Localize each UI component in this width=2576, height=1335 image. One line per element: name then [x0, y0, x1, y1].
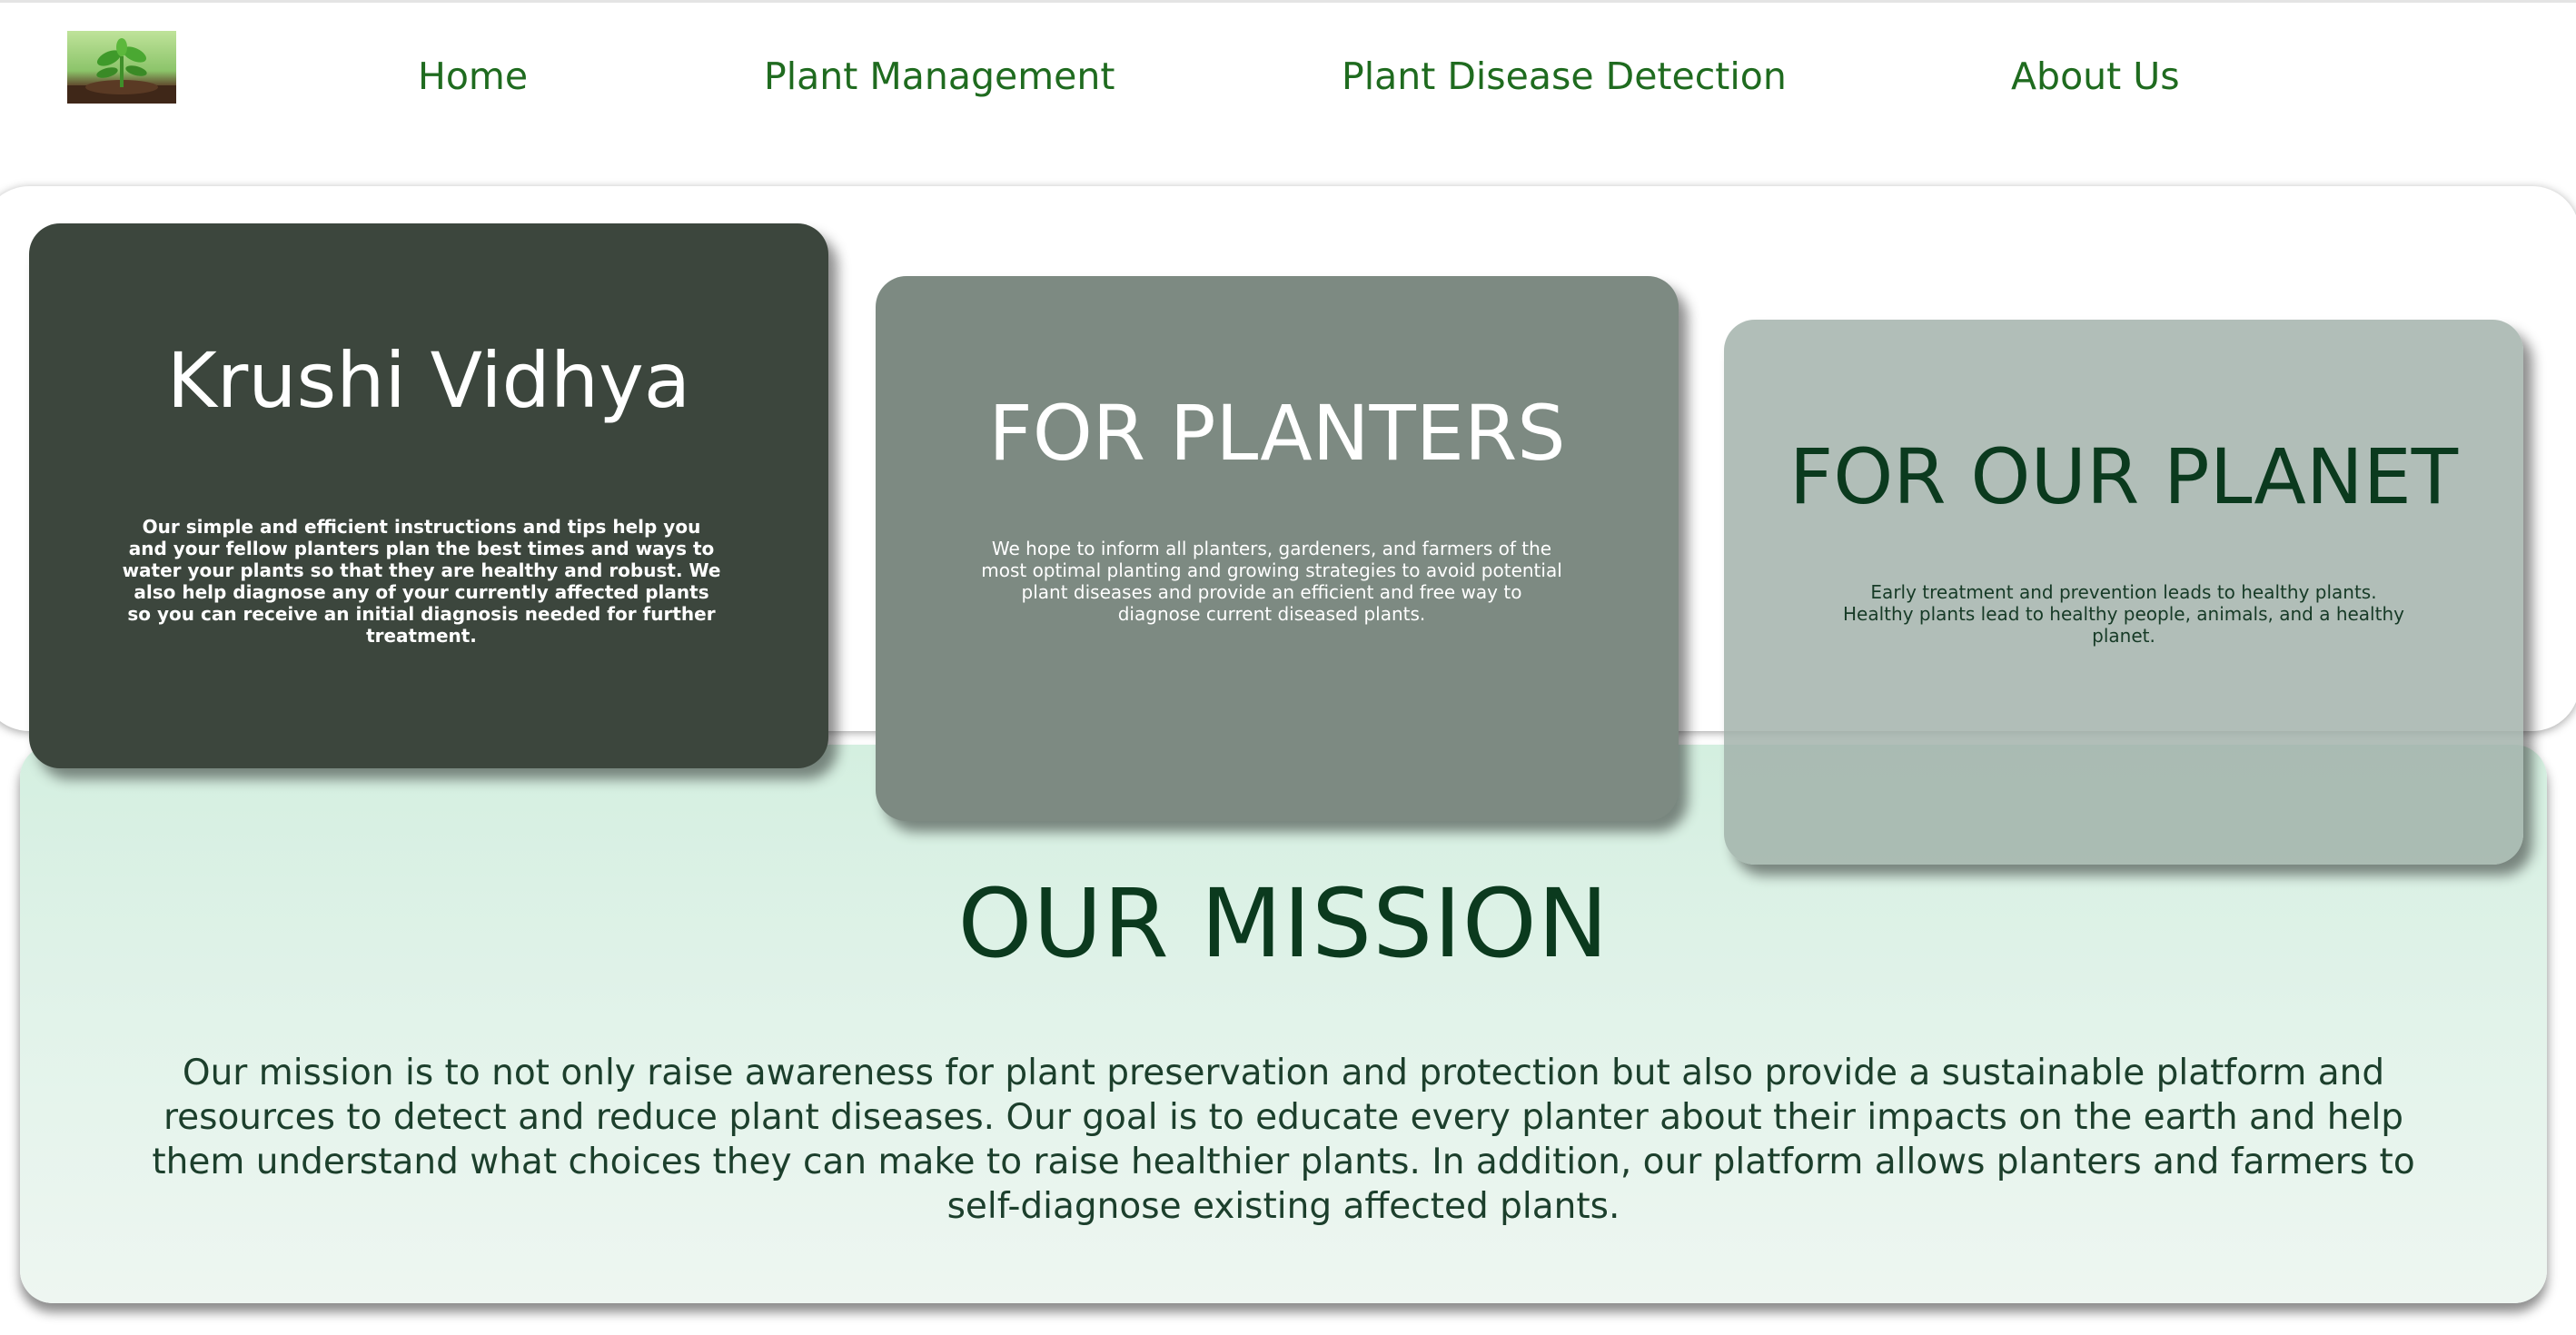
- card-title: Krushi Vidhya: [166, 336, 691, 425]
- card-krushi-vidhya: Krushi Vidhya Our simple and efficient i…: [29, 223, 828, 768]
- nav-home[interactable]: Home: [418, 54, 528, 98]
- seedling-logo[interactable]: [67, 31, 176, 104]
- card-title: FOR OUR PLANET: [1788, 432, 2459, 521]
- card-for-our-planet: FOR OUR PLANET Early treatment and preve…: [1724, 320, 2523, 865]
- mission-text: Our mission is to not only raise awarene…: [152, 1053, 2415, 1227]
- card-text: We hope to inform all planters, gardener…: [981, 538, 1562, 625]
- nav-plant-disease-detection[interactable]: Plant Disease Detection: [1342, 54, 1787, 98]
- card-for-planters: FOR PLANTERS We hope to inform all plant…: [876, 276, 1679, 821]
- card-text: Early treatment and prevention leads to …: [1843, 581, 2404, 647]
- nav-plant-management[interactable]: Plant Management: [764, 54, 1115, 98]
- navbar: Home Plant Management Plant Disease Dete…: [0, 0, 2576, 173]
- card-text: Our simple and efficient instructions an…: [122, 516, 721, 647]
- card-title: FOR PLANTERS: [988, 389, 1566, 478]
- mission-title: OUR MISSION: [957, 868, 1610, 979]
- nav-about-us[interactable]: About Us: [2011, 54, 2180, 98]
